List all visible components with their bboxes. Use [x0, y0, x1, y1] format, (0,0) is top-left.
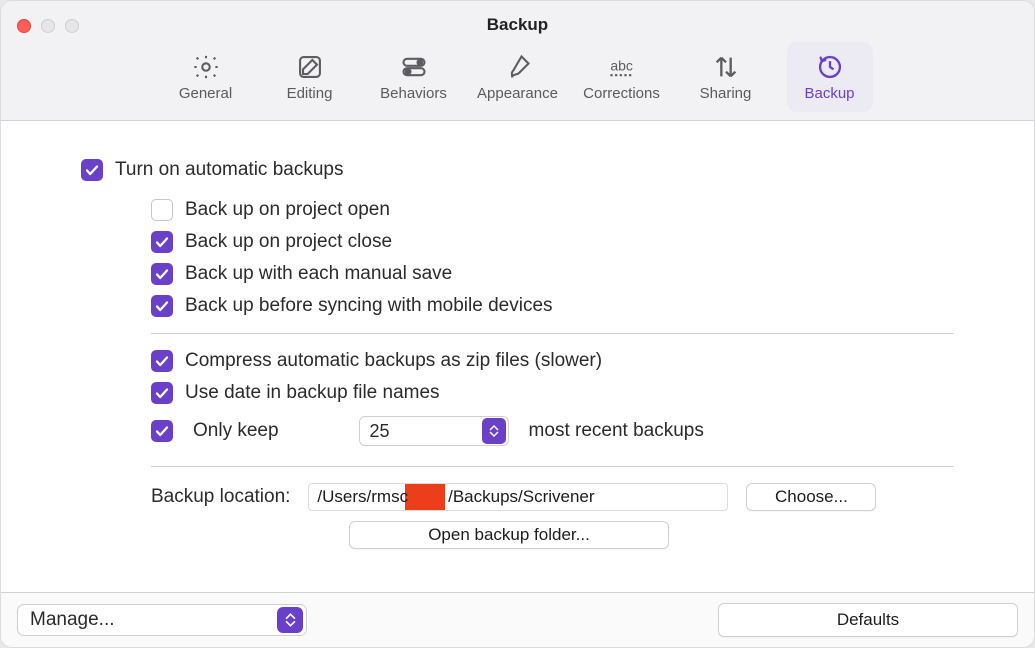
keep-count-select[interactable]: 25: [359, 416, 509, 446]
path-prefix: /Users/rmsc: [317, 487, 408, 507]
toggles-icon: [396, 53, 432, 81]
label-backup-location: Backup location:: [151, 486, 290, 508]
check-icon: [154, 353, 170, 369]
tab-label: Corrections: [583, 85, 660, 102]
tab-general[interactable]: General: [163, 42, 249, 112]
choose-label: Choose...: [775, 487, 848, 507]
tab-behaviors[interactable]: Behaviors: [371, 42, 457, 112]
open-backup-folder-label: Open backup folder...: [428, 525, 590, 545]
tab-label: General: [179, 85, 232, 102]
check-icon: [154, 385, 170, 401]
separator: [151, 333, 954, 334]
open-backup-folder-button[interactable]: Open backup folder...: [349, 521, 669, 549]
checkbox-auto-backups[interactable]: [81, 159, 103, 181]
label-use-date: Use date in backup file names: [185, 383, 440, 404]
tab-label: Behaviors: [380, 85, 447, 102]
tab-label: Backup: [804, 85, 854, 102]
checkbox-backup-on-open[interactable]: [151, 199, 173, 221]
backup-pane: Turn on automatic backups Back up on pro…: [1, 121, 1034, 592]
preferences-window: Backup General Editing Behaviors Appeara…: [0, 0, 1035, 648]
abc-icon: abc: [604, 53, 640, 81]
check-icon: [84, 162, 100, 178]
label-backup-before-sync: Back up before syncing with mobile devic…: [185, 296, 553, 317]
tab-corrections[interactable]: abc Corrections: [579, 42, 665, 112]
window-title: Backup: [1, 15, 1034, 35]
path-suffix: /Backups/Scrivener: [448, 487, 594, 507]
tab-appearance[interactable]: Appearance: [475, 42, 561, 112]
checkbox-backup-on-close[interactable]: [151, 231, 173, 253]
keep-count-value: 25: [360, 419, 400, 444]
prefs-toolbar: General Editing Behaviors Appearance abc…: [1, 42, 1034, 112]
label-compress: Compress automatic backups as zip files …: [185, 351, 602, 372]
label-only-keep-suffix: most recent backups: [529, 421, 704, 442]
tab-backup[interactable]: Backup: [787, 42, 873, 112]
checkbox-use-date[interactable]: [151, 382, 173, 404]
check-icon: [154, 234, 170, 250]
gear-icon: [188, 53, 224, 81]
check-icon: [154, 423, 170, 439]
defaults-button[interactable]: Defaults: [718, 603, 1018, 637]
stepper-icon: [277, 607, 303, 633]
stepper-icon: [482, 418, 506, 444]
tab-label: Sharing: [700, 85, 752, 102]
sharing-arrows-icon: [708, 53, 744, 81]
tab-editing[interactable]: Editing: [267, 42, 353, 112]
backup-icon: [812, 53, 848, 81]
footer: Manage... Defaults: [1, 592, 1034, 647]
checkbox-backup-on-save[interactable]: [151, 263, 173, 285]
tab-sharing[interactable]: Sharing: [683, 42, 769, 112]
checkbox-only-keep[interactable]: [151, 420, 173, 442]
label-backup-on-open: Back up on project open: [185, 200, 390, 221]
manage-value: Manage...: [18, 607, 129, 633]
svg-text:abc: abc: [610, 57, 633, 73]
choose-button[interactable]: Choose...: [746, 483, 876, 511]
manage-select[interactable]: Manage...: [17, 604, 307, 636]
brush-icon: [500, 53, 536, 81]
label-backup-on-save: Back up with each manual save: [185, 264, 452, 285]
backup-path-field[interactable]: /Users/rmsc /Backups/Scrivener: [308, 483, 728, 511]
titlebar: Backup General Editing Behaviors Appeara…: [1, 1, 1034, 121]
checkbox-backup-before-sync[interactable]: [151, 295, 173, 317]
checkbox-compress[interactable]: [151, 350, 173, 372]
check-icon: [154, 266, 170, 282]
separator: [151, 466, 954, 467]
tab-label: Appearance: [477, 85, 558, 102]
check-icon: [154, 298, 170, 314]
redaction-block: [405, 484, 445, 510]
defaults-label: Defaults: [837, 610, 899, 630]
edit-icon: [292, 53, 328, 81]
label-auto-backups: Turn on automatic backups: [115, 160, 343, 181]
label-backup-on-close: Back up on project close: [185, 232, 392, 253]
tab-label: Editing: [287, 85, 333, 102]
label-only-keep: Only keep: [193, 421, 279, 442]
